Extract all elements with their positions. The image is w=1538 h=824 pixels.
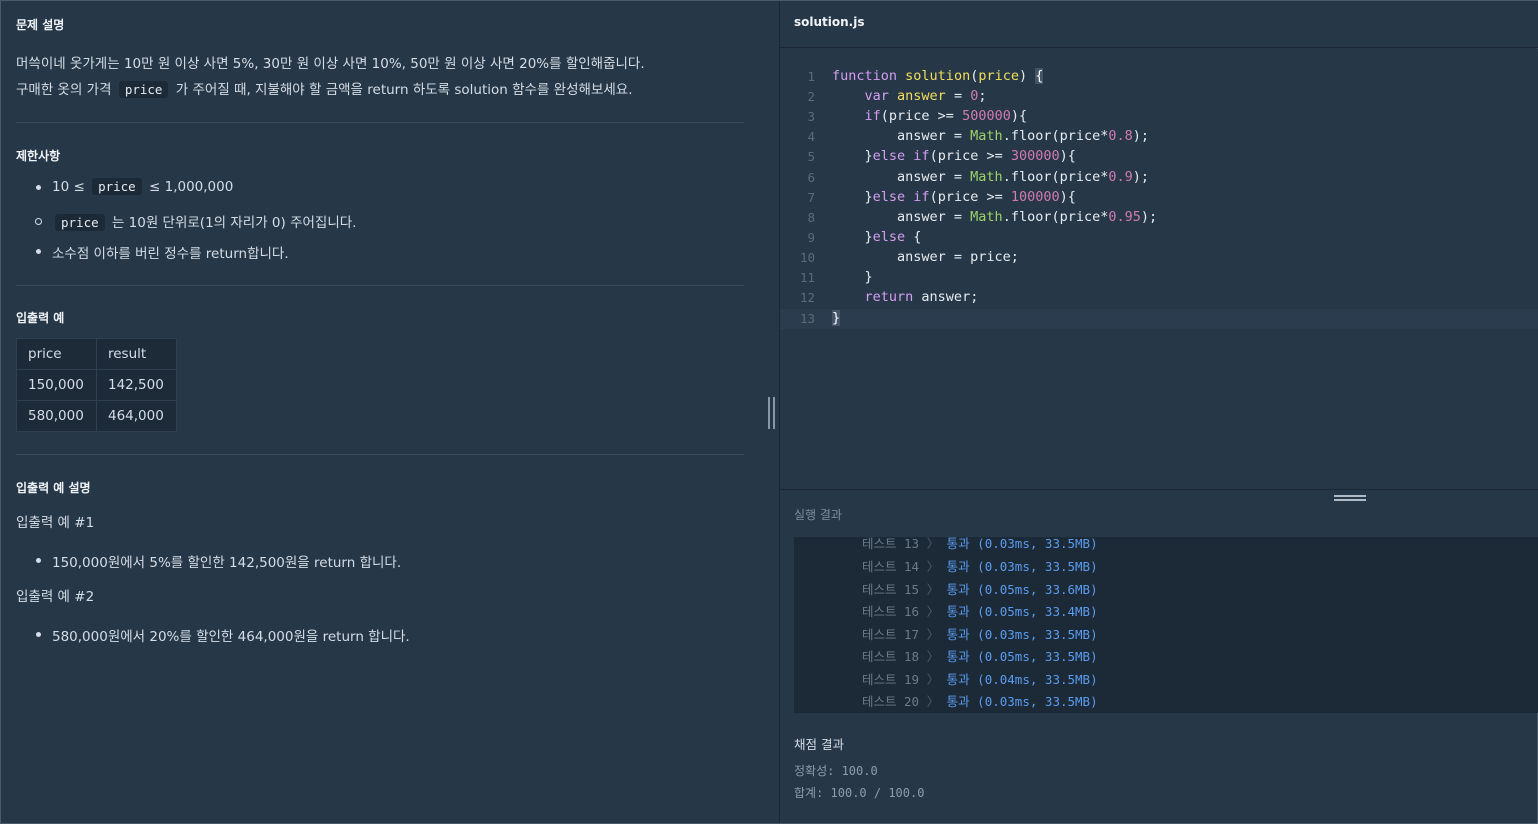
description-line-2: 구매한 옷의 가격 price 가 주어질 때, 지불해야 할 금액을 retu… <box>16 78 633 98</box>
pane-resize-handle[interactable] <box>767 397 777 429</box>
constraints-title: 제한사항 <box>16 149 61 163</box>
code-line-active[interactable]: 13} <box>780 309 1538 329</box>
list-item: 580,000원에서 20%를 할인한 464,000원을 return 합니다… <box>16 625 410 645</box>
constraint-item: 10 ≤ price ≤ 1,000,000 <box>16 178 356 211</box>
code-line[interactable]: 9 }else { <box>780 228 1538 248</box>
section-divider <box>16 285 744 286</box>
price-code-chip: price <box>92 178 142 195</box>
example-2-list: 580,000원에서 20%를 할인한 464,000원을 return 합니다… <box>16 625 410 645</box>
code-line[interactable]: 1 function solution(price) { <box>780 67 1538 87</box>
code-line[interactable]: 7 }else if(price >= 100000){ <box>780 188 1538 208</box>
result-line: 테스트 15 〉 통과 (0.05ms, 33.6MB) <box>862 582 1098 597</box>
code-line[interactable]: 5 }else if(price >= 300000){ <box>780 147 1538 167</box>
example-1-title: 입출력 예 #1 <box>16 515 95 531</box>
result-line: 테스트 14 〉 통과 (0.03ms, 33.5MB) <box>862 559 1098 574</box>
code-line[interactable]: 6 answer = Math.floor(price*0.9); <box>780 168 1538 188</box>
table-cell: 142,500 <box>96 369 177 401</box>
result-line: 테스트 17 〉 통과 (0.03ms, 33.5MB) <box>862 627 1098 642</box>
panel-resize-handle[interactable] <box>1334 495 1366 503</box>
constraint-subitem: price 는 10원 단위로(1의 자리가 0) 주어집니다. <box>0 211 356 242</box>
price-code-chip: price <box>55 214 105 231</box>
problem-pane: 문제 설명 머쓱이네 옷가게는 10만 원 이상 사면 5%, 30만 원 이상… <box>1 1 779 823</box>
table-header: result <box>96 338 177 370</box>
price-code-chip: price <box>118 81 169 98</box>
code-editor[interactable]: 1 function solution(price) { 2 var answer… <box>780 49 1538 489</box>
run-result-title: 실행 결과 <box>794 508 842 522</box>
code-line[interactable]: 4 answer = Math.floor(price*0.8); <box>780 127 1538 147</box>
table-cell: 150,000 <box>16 369 97 401</box>
output-header: 실행 결과 <box>780 489 1538 537</box>
table-row: 150,000 142,500 <box>16 369 177 401</box>
file-tab-solution-js[interactable]: solution.js <box>794 15 865 29</box>
result-line: 테스트 18 〉 통과 (0.05ms, 33.5MB) <box>862 649 1098 664</box>
description-title: 문제 설명 <box>16 18 65 32</box>
editor-tab-bar: solution.js <box>780 1 1538 48</box>
code-line[interactable]: 11 } <box>780 268 1538 288</box>
description-line-2-post: 가 주어질 때, 지불해야 할 금액을 return 하도록 solution … <box>175 82 633 98</box>
code-line[interactable]: 10 answer = price; <box>780 248 1538 268</box>
code-line[interactable]: 3 if(price >= 500000){ <box>780 107 1538 127</box>
code-line[interactable]: 8 answer = Math.floor(price*0.95); <box>780 208 1538 228</box>
result-line: 테스트 20 〉 통과 (0.03ms, 33.5MB) <box>862 694 1098 709</box>
score-total: 합계: 100.0 / 100.0 <box>794 786 925 800</box>
result-line: 테스트 13 〉 통과 (0.03ms, 33.5MB) <box>862 537 1098 551</box>
section-divider <box>16 122 744 123</box>
score-title: 채점 결과 <box>794 737 844 752</box>
table-row: 580,000 464,000 <box>16 400 177 432</box>
code-line[interactable]: 2 var answer = 0; <box>780 87 1538 107</box>
section-divider <box>16 454 744 455</box>
code-line[interactable]: 12 return answer; <box>780 288 1538 308</box>
example-2-title: 입출력 예 #2 <box>16 589 95 605</box>
result-line: 테스트 16 〉 통과 (0.05ms, 33.4MB) <box>862 604 1098 619</box>
example-1-list: 150,000원에서 5%를 할인한 142,500원을 return 합니다. <box>16 551 401 571</box>
io-example-table: price result 150,000 142,500 580,000 464… <box>16 338 177 432</box>
table-header: price <box>16 338 97 370</box>
result-line: 테스트 19 〉 통과 (0.04ms, 33.5MB) <box>862 672 1098 687</box>
constraints-list: 10 ≤ price ≤ 1,000,000 price 는 10원 단위로(1… <box>16 178 356 266</box>
io-example-title: 입출력 예 <box>16 311 65 325</box>
list-item: 150,000원에서 5%를 할인한 142,500원을 return 합니다. <box>16 551 401 571</box>
constraint-item: 소수점 이하를 버린 정수를 return합니다. <box>16 242 356 266</box>
table-cell: 464,000 <box>96 400 177 432</box>
run-results-panel[interactable]: 테스트 13 〉 통과 (0.03ms, 33.5MB) 테스트 14 〉 통과… <box>794 537 1538 713</box>
table-header-row: price result <box>16 338 177 370</box>
io-explanation-title: 입출력 예 설명 <box>16 481 91 495</box>
table-cell: 580,000 <box>16 400 97 432</box>
description-line-1: 머쓱이네 옷가게는 10만 원 이상 사면 5%, 30만 원 이상 사면 10… <box>16 56 645 72</box>
editor-pane: solution.js 1 function solution(price) { … <box>779 1 1538 823</box>
score-accuracy: 정확성: 100.0 <box>794 764 878 778</box>
description-line-2-pre: 구매한 옷의 가격 <box>16 82 112 98</box>
